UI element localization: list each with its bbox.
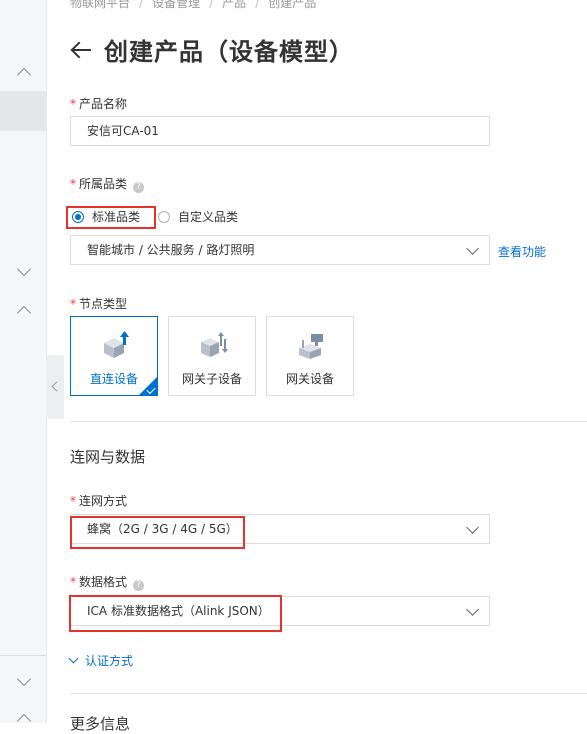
view-features-link[interactable]: 查看功能 xyxy=(498,243,546,260)
select-value: 智能城市 / 公共服务 / 路灯照明 xyxy=(87,243,255,257)
required-mark: * xyxy=(70,575,76,589)
title-row: 创建产品（设备模型） xyxy=(70,32,354,67)
product-name-input[interactable]: 安信可CA-01 xyxy=(70,116,490,146)
chevron-left-icon xyxy=(51,381,62,392)
required-mark: * xyxy=(70,177,76,191)
node-card-gateway[interactable]: 网关设备 xyxy=(266,316,354,396)
label-text: 产品名称 xyxy=(79,97,128,111)
chevron-down-icon[interactable] xyxy=(16,261,32,277)
node-type-label: * 节点类型 xyxy=(70,295,127,312)
chevron-down-icon xyxy=(466,521,479,534)
network-label: * 连网方式 xyxy=(70,492,127,509)
chevron-down-icon xyxy=(68,653,79,664)
node-card-direct[interactable]: 直连设备 xyxy=(70,316,158,396)
direct-device-icon xyxy=(104,331,129,358)
help-icon[interactable]: ? xyxy=(133,580,145,591)
radio-label: 自定义品类 xyxy=(178,210,239,224)
label-text: 所属品类 xyxy=(79,177,128,191)
breadcrumb-item-current: 创建产品 xyxy=(268,0,317,10)
chevron-down-icon xyxy=(466,603,479,616)
label-text: 节点类型 xyxy=(79,297,128,311)
category-label: * 所属品类? xyxy=(70,175,145,193)
sidebar-divider xyxy=(0,655,46,656)
radio-custom-category[interactable]: 自定义品类 xyxy=(158,208,238,225)
section-title-network: 连网与数据 xyxy=(70,448,146,466)
sidebar-active-item[interactable] xyxy=(0,91,46,131)
page-title: 创建产品（设备模型） xyxy=(104,38,354,66)
chevron-down-icon xyxy=(466,242,479,255)
product-name-label: * 产品名称 xyxy=(70,95,127,112)
category-select[interactable]: 智能城市 / 公共服务 / 路灯照明 xyxy=(70,235,490,265)
label-text: 连网方式 xyxy=(79,494,128,508)
breadcrumb-separator: / xyxy=(255,0,260,10)
breadcrumb: 物联网平台 / 设备管理 / 产品 / 创建产品 xyxy=(70,0,316,11)
radio-unchecked-icon[interactable] xyxy=(158,210,171,223)
input-value: 安信可CA-01 xyxy=(87,124,159,138)
required-mark: * xyxy=(70,494,76,508)
highlight-box xyxy=(66,206,156,229)
breadcrumb-item[interactable]: 物联网平台 xyxy=(70,0,130,10)
arrow-left-icon[interactable] xyxy=(70,39,92,61)
chevron-up-icon[interactable] xyxy=(16,713,32,729)
section-divider xyxy=(70,421,587,422)
breadcrumb-separator: / xyxy=(209,0,214,10)
chevron-down-icon[interactable] xyxy=(16,671,32,687)
auth-method-label: 认证方式 xyxy=(85,654,134,668)
breadcrumb-separator: / xyxy=(139,0,144,10)
required-mark: * xyxy=(70,297,76,311)
section-title-more: 更多信息 xyxy=(70,715,131,733)
breadcrumb-item[interactable]: 产品 xyxy=(222,0,246,10)
node-card-label: 网关设备 xyxy=(285,372,334,386)
gateway-sub-device-icon xyxy=(201,332,228,357)
sidebar-collapse-handle[interactable] xyxy=(46,355,64,419)
auth-method-toggle[interactable]: 认证方式 xyxy=(68,652,134,669)
label-text: 数据格式 xyxy=(79,575,128,589)
chevron-up-icon[interactable] xyxy=(16,67,32,83)
help-icon[interactable]: ? xyxy=(133,182,145,193)
node-card-gateway-sub[interactable]: 网关子设备 xyxy=(168,316,256,396)
highlight-box xyxy=(69,595,282,632)
sidebar xyxy=(0,0,47,729)
gateway-device-icon xyxy=(299,334,323,359)
node-card-label: 网关子设备 xyxy=(181,372,242,386)
highlight-box xyxy=(70,516,245,549)
breadcrumb-item[interactable]: 设备管理 xyxy=(152,0,200,10)
required-mark: * xyxy=(70,97,76,111)
data-format-label: * 数据格式? xyxy=(70,573,145,591)
section-divider xyxy=(70,693,587,694)
chevron-up-icon[interactable] xyxy=(16,305,32,321)
